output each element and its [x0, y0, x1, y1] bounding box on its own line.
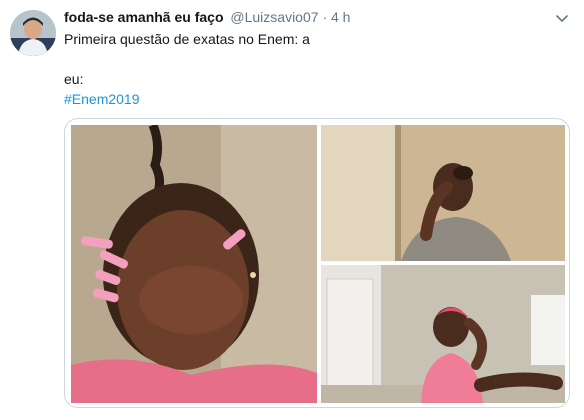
tweet-text-line: eu:	[64, 71, 84, 87]
tweet-text-line: Primeira questão de exatas no Enem: a	[64, 31, 310, 47]
tweet-header: foda-se amanhã eu faço @Luizsavio07 · 4 …	[64, 8, 350, 26]
user-handle[interactable]: @Luizsavio07	[230, 9, 318, 25]
photo-facepalm-wall[interactable]	[321, 125, 565, 261]
hashtag-link[interactable]: #Enem2019	[64, 90, 140, 108]
avatar[interactable]	[10, 10, 56, 56]
photo-facepalm-sitting[interactable]	[321, 265, 565, 403]
avatar-image	[10, 10, 56, 56]
separator: ·	[322, 9, 328, 25]
display-name[interactable]: foda-se amanhã eu faço	[64, 9, 224, 25]
media-grid	[64, 118, 570, 408]
photo-facepalm-closeup[interactable]	[71, 125, 317, 403]
tweet-card[interactable]: foda-se amanhã eu faço @Luizsavio07 · 4 …	[0, 0, 584, 420]
timestamp[interactable]: 4 h	[331, 9, 350, 25]
chevron-down-icon[interactable]	[554, 10, 570, 26]
